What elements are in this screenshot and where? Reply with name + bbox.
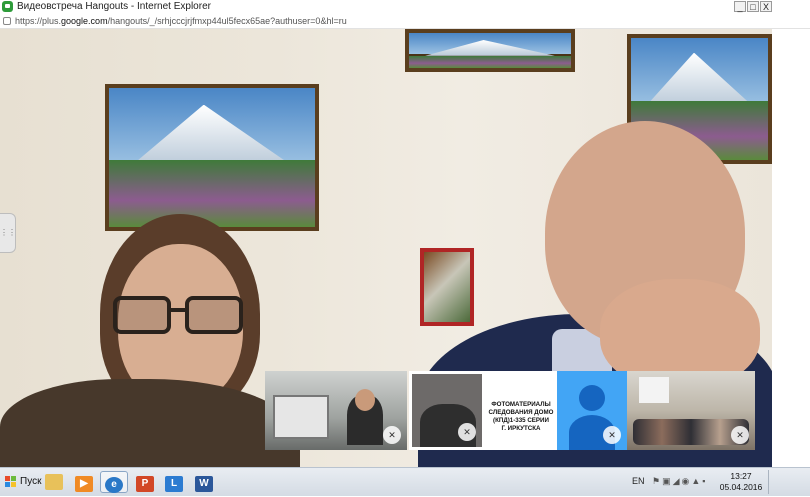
- windows-taskbar: Пуск ▶ e P L W EN ⚑▣◢◉▲▪ 13:27 05.04.201…: [0, 467, 810, 496]
- slide-line-3: (КПД)1-335 СЕРИИ: [493, 417, 549, 424]
- system-tray-icons[interactable]: ⚑▣◢◉▲▪: [652, 476, 707, 487]
- mic-muted-icon: ✕: [603, 426, 621, 444]
- mic-muted-icon: ✕: [458, 423, 476, 441]
- taskbar-explorer-button[interactable]: [40, 471, 68, 493]
- taskbar-word-button[interactable]: W: [190, 471, 218, 493]
- slide-line-4: Г. ИРКУТСКА: [501, 425, 541, 432]
- right-margin: [772, 29, 810, 467]
- sidebar-toggle-handle[interactable]: ⋮⋮: [0, 213, 16, 253]
- default-avatar-icon: [579, 385, 605, 411]
- person-left-body: [0, 379, 300, 467]
- participant-thumbnail-3-presentation[interactable]: ФОТОМАТЕРИАЛЫ СЛЕДОВАНИЯ ДОМО (КПД)1-335…: [485, 371, 557, 450]
- url-host: google.com: [61, 16, 108, 26]
- url-path: /hangouts/_/srhjcccjrjfmxp44ul5fecx65ae?…: [107, 16, 347, 26]
- taskbar-ie-button[interactable]: e: [100, 471, 128, 493]
- page-icon: [3, 17, 11, 25]
- wall-painting-left: [105, 84, 319, 231]
- show-desktop-button[interactable]: [768, 470, 775, 494]
- hangouts-app-icon: [2, 1, 13, 12]
- taskbar-media-player-button[interactable]: ▶: [70, 471, 98, 493]
- media-player-icon: ▶: [75, 476, 93, 492]
- url-prefix: https://plus.: [15, 16, 62, 26]
- presentation-slide-text: ФОТОМАТЕРИАЛЫ СЛЕДОВАНИЯ ДОМО (КПД)1-335…: [485, 401, 557, 433]
- participants-filmstrip: ✕ ✕ ФОТОМАТЕРИАЛЫ СЛЕДОВАНИЯ ДОМО (КПД)1…: [265, 371, 755, 450]
- glasses: [113, 296, 251, 336]
- minimize-button[interactable]: _: [734, 1, 746, 12]
- mic-muted-icon: ✕: [383, 426, 401, 444]
- maximize-button[interactable]: □: [747, 1, 759, 12]
- wall-painting-small: [420, 248, 474, 326]
- clock-time: 13:27: [730, 471, 752, 481]
- url-text[interactable]: https://plus.google.com/hangouts/_/srhjc…: [15, 15, 347, 28]
- folder-icon: [45, 474, 63, 490]
- start-button[interactable]: Пуск: [2, 472, 45, 492]
- close-button[interactable]: X: [760, 1, 772, 12]
- window-title: Видеовстреча Hangouts - Internet Explore…: [17, 1, 211, 12]
- participant-thumbnail-4-avatar[interactable]: ✕: [557, 371, 627, 450]
- participant-thumbnail-2-selected[interactable]: ✕: [409, 371, 485, 450]
- taskbar-lync-button[interactable]: L: [160, 471, 188, 493]
- word-icon: W: [195, 476, 213, 492]
- participant-thumbnail-1[interactable]: ✕: [265, 371, 407, 450]
- window-title-bar: Видеовстреча Hangouts - Internet Explore…: [0, 0, 810, 14]
- start-label: Пуск: [20, 476, 42, 487]
- wall-painting-top: [405, 29, 575, 72]
- clock-date: 05.04.2016: [719, 482, 763, 492]
- slide-line-2: СЛЕДОВАНИЯ ДОМО: [488, 409, 554, 416]
- powerpoint-icon: P: [136, 476, 154, 492]
- language-indicator[interactable]: EN: [632, 476, 645, 486]
- participant-thumbnail-5[interactable]: ✕: [627, 371, 755, 450]
- windows-logo-icon: [5, 476, 17, 488]
- mic-muted-icon: ✕: [731, 426, 749, 444]
- taskbar-clock[interactable]: 13:27 05.04.2016: [718, 471, 764, 493]
- address-bar[interactable]: https://plus.google.com/hangouts/_/srhjc…: [0, 14, 810, 29]
- lync-icon: L: [165, 476, 183, 492]
- slide-line-1: ФОТОМАТЕРИАЛЫ: [491, 401, 551, 408]
- taskbar-powerpoint-button[interactable]: P: [131, 471, 159, 493]
- internet-explorer-icon: e: [105, 477, 123, 493]
